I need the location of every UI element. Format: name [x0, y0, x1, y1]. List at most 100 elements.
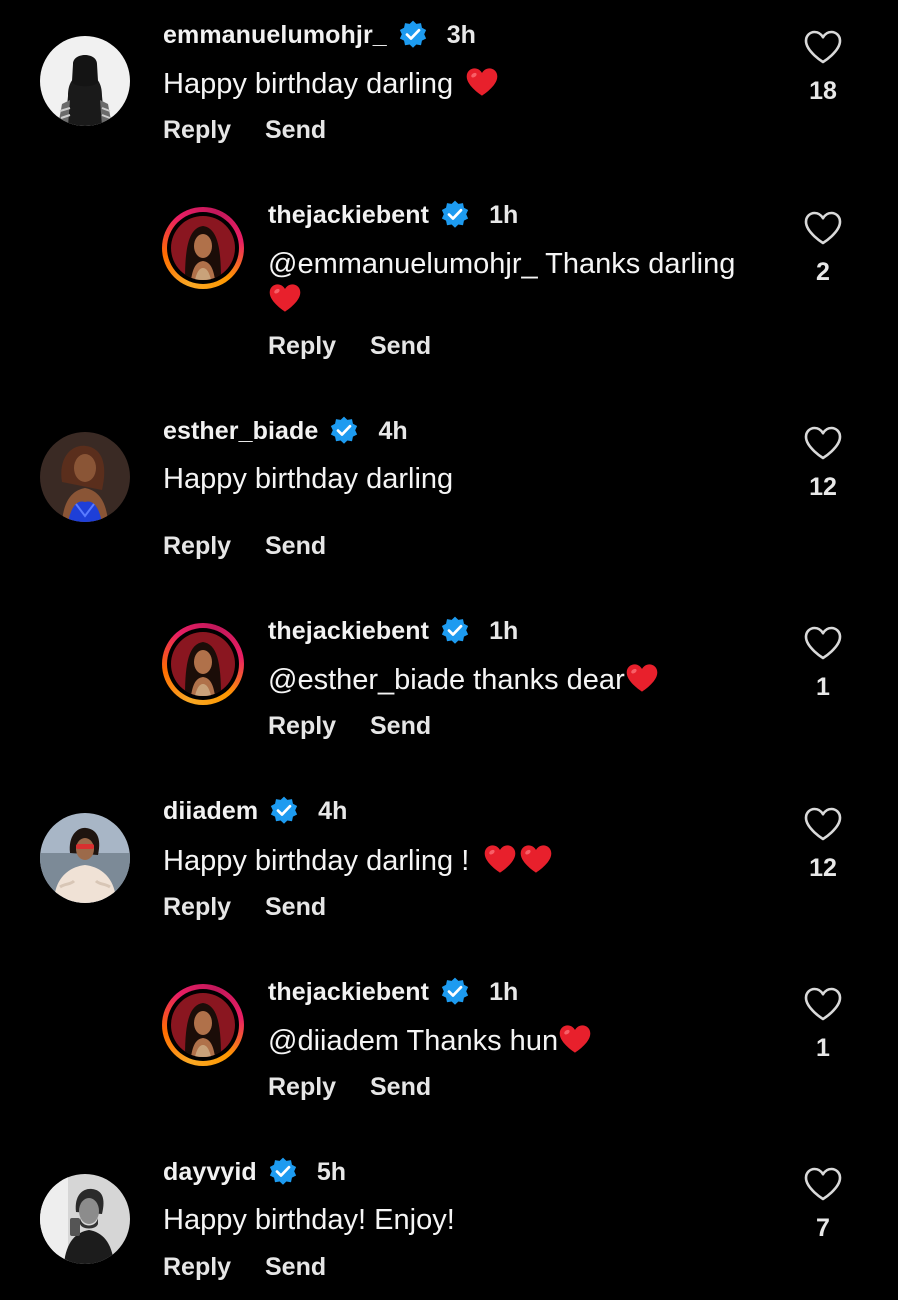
avatar[interactable]: [40, 36, 130, 126]
heart-outline-icon[interactable]: [803, 625, 843, 661]
comment-text: @diiadem Thanks hun: [268, 1023, 592, 1059]
woman-portrait-icon: [171, 993, 235, 1057]
comment-body: Happy birthday darling: [163, 463, 454, 495]
comment-actions: Reply Send: [268, 1073, 431, 1102]
verified-badge-icon: [328, 415, 360, 447]
reply-button[interactable]: Reply: [163, 1253, 265, 1282]
woman-portrait-icon: [171, 632, 235, 696]
heart-outline-icon[interactable]: [803, 1166, 843, 1202]
send-button[interactable]: Send: [370, 1073, 431, 1102]
timestamp: 1h: [489, 200, 519, 229]
avatar: [171, 632, 235, 696]
verified-badge-icon: [439, 199, 471, 231]
comment-text: Happy birthday darling: [163, 462, 453, 497]
woman-portrait-icon: [171, 216, 235, 280]
comment-text: @esther_biade thanks dear: [268, 662, 659, 698]
comment-text: Happy birthday darling !: [163, 843, 553, 879]
heart-outline-icon[interactable]: [803, 986, 843, 1022]
comment-actions: Reply Send: [163, 116, 326, 145]
red-heart-emoji-icon: [268, 282, 302, 314]
red-heart-emoji-icon: [465, 66, 499, 98]
heart-outline-icon[interactable]: [803, 806, 843, 842]
timestamp: 4h: [318, 796, 348, 825]
comment-body: @esther_biade thanks dear: [268, 664, 625, 696]
like-count: 7: [816, 1214, 830, 1242]
comment-actions: Reply Send: [163, 1253, 326, 1282]
like-area: 1: [796, 986, 850, 1063]
like-count: 12: [809, 854, 837, 882]
comment-header: diiadem 4h: [163, 794, 347, 828]
username[interactable]: esther_biade: [163, 417, 318, 446]
story-ring[interactable]: [162, 623, 244, 705]
comment-body: @diiadem Thanks hun: [268, 1025, 559, 1057]
comment-body: Happy birthday! Enjoy!: [163, 1204, 455, 1236]
username[interactable]: diiadem: [163, 797, 258, 826]
verified-badge-icon: [439, 976, 471, 1008]
reply-button[interactable]: Reply: [163, 532, 265, 561]
like-area: 12: [796, 806, 850, 883]
timestamp: 5h: [316, 1157, 346, 1186]
like-area: 2: [796, 210, 850, 287]
username[interactable]: emmanuelumohjr_: [163, 21, 387, 50]
woman-fur-coat-icon: [40, 813, 130, 903]
avatar[interactable]: [40, 1174, 130, 1264]
avatar: [171, 993, 235, 1057]
comment-actions: Reply Send: [268, 712, 431, 741]
send-button[interactable]: Send: [265, 893, 326, 922]
verified-badge-icon: [397, 19, 429, 51]
reply-button[interactable]: Reply: [268, 712, 370, 741]
send-button[interactable]: Send: [265, 116, 326, 145]
reply-button[interactable]: Reply: [268, 1073, 370, 1102]
like-area: 18: [796, 29, 850, 106]
man-mirror-selfie-icon: [40, 1174, 130, 1264]
send-button[interactable]: Send: [265, 532, 326, 561]
hooded-figure-icon: [40, 36, 130, 126]
send-button[interactable]: Send: [370, 332, 431, 361]
like-area: 7: [796, 1166, 850, 1243]
avatar[interactable]: [40, 813, 130, 903]
heart-outline-icon[interactable]: [803, 210, 843, 246]
username[interactable]: thejackiebent: [268, 617, 429, 646]
username[interactable]: dayvyid: [163, 1158, 257, 1187]
woman-blue-dress-icon: [40, 432, 130, 522]
timestamp: 1h: [489, 616, 519, 645]
comment-actions: Reply Send: [163, 532, 326, 561]
like-area: 12: [796, 425, 850, 502]
verified-badge-icon: [267, 1156, 299, 1188]
comment-text: Happy birthday! Enjoy!: [163, 1203, 455, 1238]
story-ring[interactable]: [162, 207, 244, 289]
story-ring[interactable]: [162, 984, 244, 1066]
comment-text: Happy birthday darling: [163, 66, 499, 102]
heart-outline-icon[interactable]: [803, 425, 843, 461]
reply-button[interactable]: Reply: [163, 893, 265, 922]
comment-header: thejackiebent 1h: [268, 975, 518, 1009]
timestamp: 1h: [489, 977, 519, 1006]
like-count: 1: [816, 1034, 830, 1062]
heart-outline-icon[interactable]: [803, 29, 843, 65]
comment-body: @emmanuelumohjr_ Thanks darling: [268, 248, 736, 280]
red-heart-emoji-icon: [558, 1023, 592, 1055]
username[interactable]: thejackiebent: [268, 201, 429, 230]
comment-header: esther_biade 4h: [163, 414, 408, 448]
like-count: 18: [809, 77, 837, 105]
send-button[interactable]: Send: [370, 712, 431, 741]
red-heart-emoji-icon: [625, 662, 659, 694]
comment-actions: Reply Send: [268, 332, 431, 361]
comment-text: @emmanuelumohjr_ Thanks darling: [268, 247, 768, 318]
avatar: [171, 216, 235, 280]
like-count: 1: [816, 673, 830, 701]
send-button[interactable]: Send: [265, 1253, 326, 1282]
reply-button[interactable]: Reply: [268, 332, 370, 361]
avatar[interactable]: [40, 432, 130, 522]
comment-header: dayvyid 5h: [163, 1155, 346, 1189]
like-count: 12: [809, 473, 837, 501]
verified-badge-icon: [268, 795, 300, 827]
red-heart-emoji-icon: [519, 843, 553, 875]
comment-body: Happy birthday darling: [163, 68, 454, 100]
reply-button[interactable]: Reply: [163, 116, 265, 145]
comment-header: emmanuelumohjr_ 3h: [163, 18, 476, 52]
verified-badge-icon: [439, 615, 471, 647]
comment-body: Happy birthday darling !: [163, 845, 470, 877]
username[interactable]: thejackiebent: [268, 978, 429, 1007]
like-count: 2: [816, 258, 830, 286]
